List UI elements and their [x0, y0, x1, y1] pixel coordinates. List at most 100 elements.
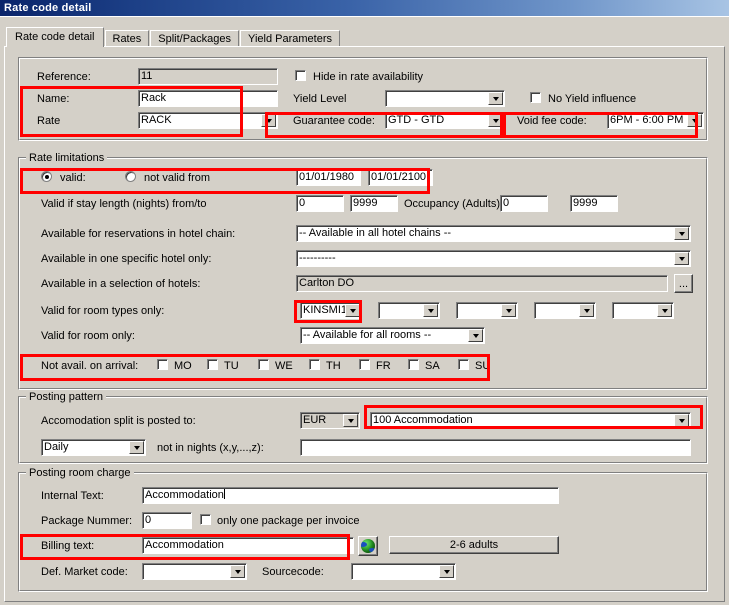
billing-text-input[interactable]: Accommodation — [142, 537, 354, 554]
chevron-down-icon[interactable] — [579, 304, 594, 317]
internal-text-value: Accommodation — [145, 489, 224, 501]
hide-in-rate-availability-label: Hide in rate availability — [313, 71, 424, 83]
accommodation-split-label: Accomodation split is posted to: — [41, 415, 196, 427]
name-input[interactable]: Rack — [138, 90, 278, 107]
chevron-down-icon[interactable] — [468, 329, 483, 342]
chevron-down-icon[interactable] — [687, 114, 702, 127]
chevron-down-icon[interactable] — [674, 252, 689, 265]
rate-label: Rate — [37, 115, 61, 127]
chevron-down-icon[interactable] — [261, 114, 276, 127]
globe-icon — [361, 539, 375, 553]
weekday-checkbox-we[interactable] — [258, 359, 269, 370]
adults-occupancy-button-label: 2-6 adults — [449, 539, 499, 551]
valid-date-from-input[interactable]: 01/01/1980 — [296, 169, 361, 186]
valid-date-to-input[interactable]: 01/01/2100 — [368, 169, 433, 186]
hide-in-rate-availability-checkbox[interactable] — [295, 70, 306, 81]
rate-combo-value: RACK — [141, 114, 172, 126]
chevron-down-icon[interactable] — [488, 114, 503, 127]
only-one-package-checkbox[interactable] — [200, 514, 211, 525]
not-valid-from-label: not valid from — [144, 172, 211, 184]
chevron-down-icon[interactable] — [674, 227, 689, 240]
room-type-combo-1[interactable]: KINSMI1 — [300, 302, 362, 319]
tab-rate-code-detail[interactable]: Rate code detail — [6, 27, 104, 47]
room-only-label: Valid for room only: — [41, 330, 135, 342]
tab-rates[interactable]: Rates — [104, 30, 150, 47]
tab-split-packages[interactable]: Split/Packages — [150, 30, 240, 47]
sourcecode-combo[interactable] — [351, 563, 456, 580]
posting-room-charge-group: Posting room charge Internal Text: Accom… — [18, 467, 708, 592]
tab-label: Split/Packages — [158, 33, 232, 45]
void-fee-code-label: Void fee code: — [517, 115, 587, 127]
occupancy-label: Occupancy (Adults): — [404, 198, 504, 210]
yield-level-combo[interactable] — [385, 90, 505, 107]
browse-hotels-button-label: ... — [678, 277, 689, 290]
chevron-down-icon[interactable] — [343, 414, 358, 427]
room-type-value-1: KINSMI1 — [303, 304, 348, 316]
browse-hotels-button[interactable]: ... — [674, 274, 693, 293]
room-type-combo-2[interactable] — [378, 302, 440, 319]
weekday-checkbox-tu[interactable] — [207, 359, 218, 370]
market-code-combo[interactable] — [142, 563, 247, 580]
rate-limitations-group: Rate limitations valid: not valid from 0… — [18, 152, 708, 390]
posting-account-combo[interactable]: 100 Accommodation — [370, 412, 691, 429]
stay-length-label: Valid if stay length (nights) from/to — [41, 198, 207, 210]
package-number-input[interactable]: 0 — [142, 512, 192, 529]
selection-hotels-field: Carlton DO — [296, 275, 668, 292]
currency-value: EUR — [303, 414, 327, 426]
room-type-combo-3[interactable] — [456, 302, 518, 319]
translate-button[interactable] — [358, 536, 378, 556]
void-fee-code-combo[interactable]: 6PM - 6:00 PM — [607, 112, 704, 129]
chevron-down-icon[interactable] — [345, 304, 360, 317]
stay-length-from-input[interactable]: 0 — [296, 195, 344, 212]
no-yield-influence-checkbox[interactable] — [530, 92, 541, 103]
rate-combo[interactable]: RACK — [138, 112, 278, 129]
weekday-checkbox-th[interactable] — [309, 359, 320, 370]
not-in-nights-input[interactable] — [300, 439, 691, 456]
window-titlebar: Rate code detail — [0, 0, 729, 17]
weekday-label-fr: FR — [376, 360, 391, 372]
room-only-combo[interactable]: -- Available for all rooms -- — [300, 327, 485, 344]
chevron-down-icon[interactable] — [501, 304, 516, 317]
tab-label: Rates — [112, 33, 142, 45]
stay-length-to-input[interactable]: 9999 — [350, 195, 398, 212]
weekday-checkbox-fr[interactable] — [359, 359, 370, 370]
chevron-down-icon[interactable] — [230, 565, 245, 578]
no-yield-influence-label: No Yield influence — [548, 93, 637, 105]
hotel-chain-combo[interactable]: -- Available in all hotel chains -- — [296, 225, 691, 242]
text-caret — [223, 489, 225, 499]
valid-label: valid: — [60, 172, 86, 184]
not-valid-from-radio[interactable] — [125, 171, 136, 182]
chevron-down-icon[interactable] — [674, 414, 689, 427]
chevron-down-icon[interactable] — [439, 565, 454, 578]
not-avail-on-arrival-label: Not avail. on arrival: — [41, 360, 139, 372]
selection-hotels-label: Available in a selection of hotels: — [41, 278, 201, 290]
tab-yield-parameters[interactable]: Yield Parameters — [240, 30, 340, 47]
chevron-down-icon[interactable] — [423, 304, 438, 317]
chevron-down-icon[interactable] — [129, 441, 144, 454]
room-type-combo-5[interactable] — [612, 302, 674, 319]
currency-combo[interactable]: EUR — [300, 412, 360, 429]
reference-field: 11 — [138, 68, 278, 85]
specific-hotel-combo[interactable]: ---------- — [296, 250, 691, 267]
occupancy-from-input[interactable]: 0 — [500, 195, 548, 212]
weekday-checkbox-mo[interactable] — [157, 359, 168, 370]
tab-label: Yield Parameters — [248, 33, 332, 45]
general-group: Reference: 11 Name: Rack Rate RACK Hide … — [18, 57, 708, 141]
chevron-down-icon[interactable] — [657, 304, 672, 317]
posting-frequency-combo[interactable]: Daily — [41, 439, 146, 456]
name-label: Name: — [37, 93, 70, 105]
internal-text-input[interactable]: Accommodation — [142, 487, 559, 504]
guarantee-code-combo[interactable]: GTD - GTD — [385, 112, 505, 129]
chevron-down-icon[interactable] — [488, 92, 503, 105]
room-type-combo-4[interactable] — [534, 302, 596, 319]
billing-text-label: Billing text: — [41, 540, 95, 552]
posting-pattern-group: Posting pattern Accomodation split is po… — [18, 391, 708, 464]
tab-label: Rate code detail — [15, 31, 95, 43]
occupancy-to-input[interactable]: 9999 — [570, 195, 618, 212]
adults-occupancy-button[interactable]: 2-6 adults — [389, 536, 559, 554]
posting-account-value: 100 Accommodation — [373, 414, 473, 426]
weekday-checkbox-su[interactable] — [458, 359, 469, 370]
weekday-label-mo: MO — [174, 360, 192, 372]
weekday-checkbox-sa[interactable] — [408, 359, 419, 370]
valid-radio[interactable] — [41, 171, 52, 182]
